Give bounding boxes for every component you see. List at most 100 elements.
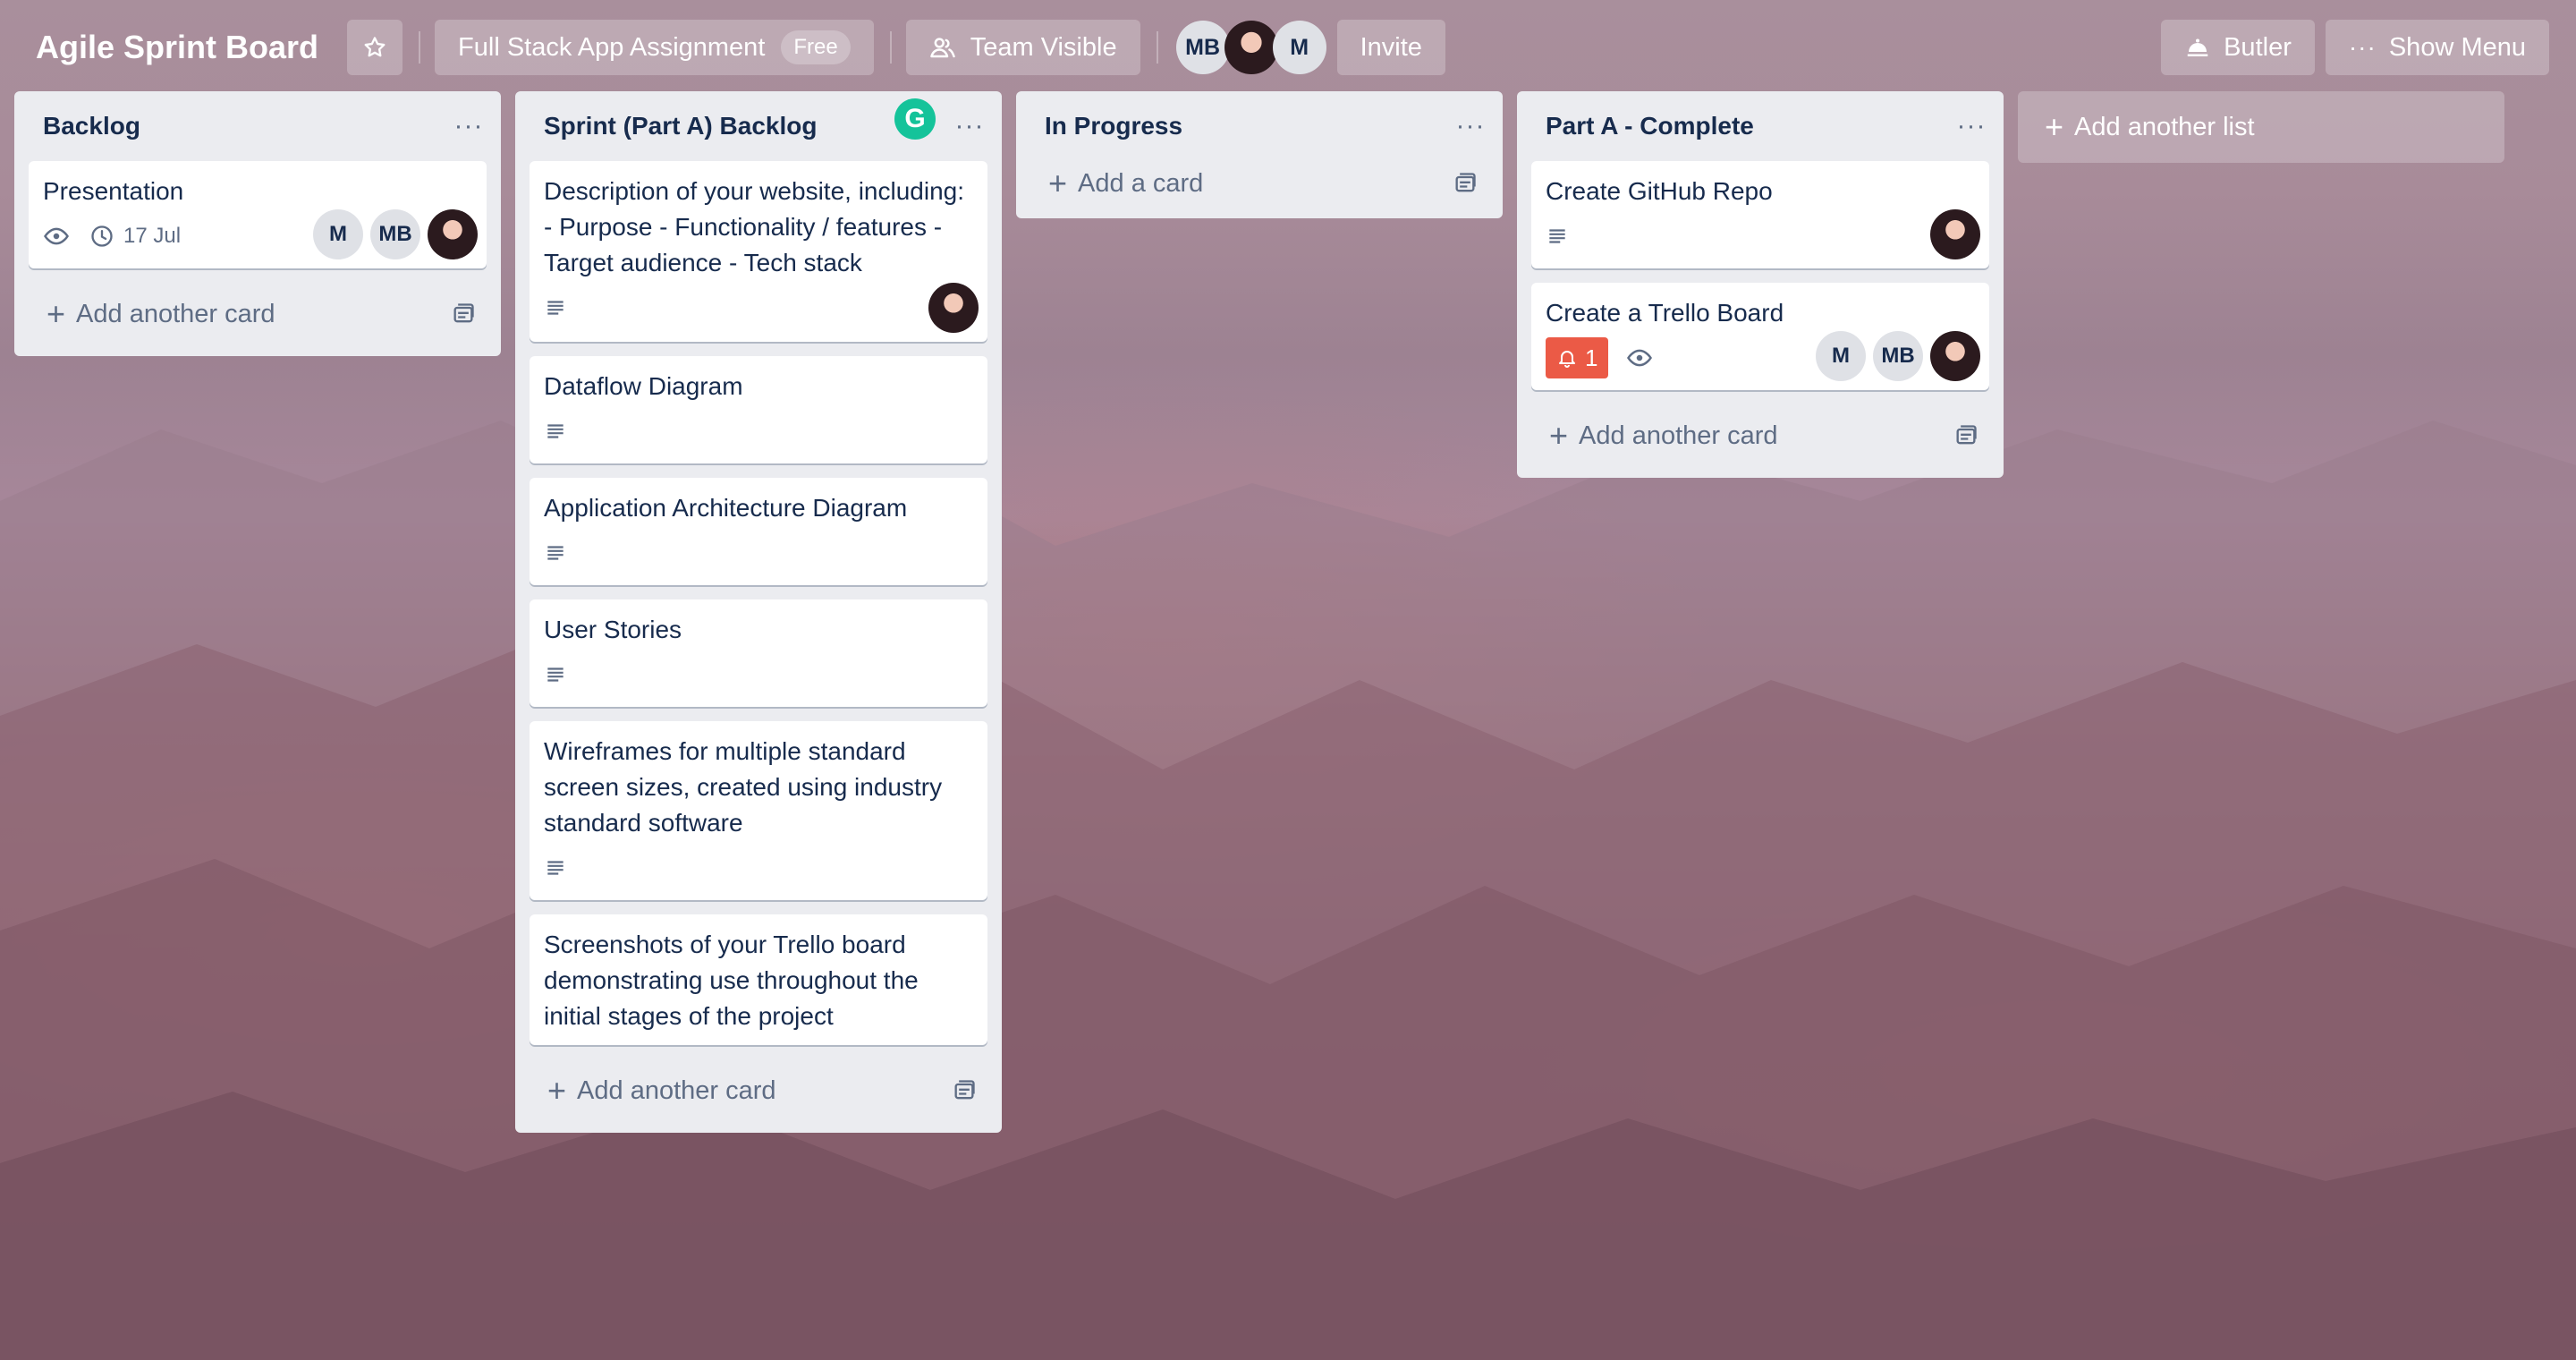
butler-button[interactable]: Butler bbox=[2161, 20, 2315, 75]
show-menu-label: Show Menu bbox=[2388, 32, 2526, 62]
plus-icon: + bbox=[1549, 417, 1569, 454]
card-title: Description of your website, including: … bbox=[544, 177, 965, 276]
clock-icon bbox=[91, 225, 113, 247]
list-in-progress: In Progress ··· + Add a card bbox=[1016, 91, 1503, 218]
list-sprint-backlog: G Sprint (Part A) Backlog ··· Descriptio… bbox=[515, 91, 1002, 1133]
card[interactable]: Create GitHub Repo bbox=[1531, 161, 1989, 268]
description-icon bbox=[544, 296, 567, 319]
card-template-icon[interactable] bbox=[952, 1078, 977, 1103]
card-members: M MB bbox=[306, 209, 478, 259]
watch-eye-icon bbox=[1626, 344, 1653, 371]
card[interactable]: Wireframes for multiple standard screen … bbox=[530, 721, 987, 900]
card-title: Screenshots of your Trello board demonst… bbox=[544, 931, 919, 1030]
list-menu-button[interactable]: ··· bbox=[1953, 111, 1989, 141]
workspace-button[interactable]: Full Stack App Assignment Free bbox=[435, 20, 874, 75]
list-menu-button[interactable]: ··· bbox=[952, 111, 987, 141]
card[interactable]: Screenshots of your Trello board demonst… bbox=[530, 914, 987, 1045]
card-title: Application Architecture Diagram bbox=[544, 494, 908, 522]
plus-icon: + bbox=[1048, 165, 1068, 201]
list-title[interactable]: Backlog bbox=[43, 112, 140, 140]
header-divider bbox=[889, 31, 892, 64]
card[interactable]: Presentation 17 Jul M MB bbox=[29, 161, 487, 268]
card-title: Wireframes for multiple standard screen … bbox=[544, 737, 943, 837]
member-avatar-photo[interactable] bbox=[1224, 21, 1278, 74]
list-backlog: Backlog ··· Presentation 17 Jul M MB + Ad… bbox=[14, 91, 501, 356]
list-part-a-complete: Part A - Complete ··· Create GitHub Repo… bbox=[1517, 91, 2004, 478]
due-date-badge[interactable]: 17 Jul bbox=[89, 224, 181, 249]
team-icon bbox=[929, 38, 955, 58]
add-card-button[interactable]: + Add another card bbox=[530, 1059, 987, 1122]
board-title[interactable]: Agile Sprint Board bbox=[36, 29, 318, 66]
list-header: In Progress ··· bbox=[1030, 91, 1488, 161]
member-avatar-m[interactable]: M bbox=[1272, 21, 1326, 74]
member-avatar-mb[interactable]: MB bbox=[1175, 21, 1230, 74]
member-avatar-mb[interactable]: MB bbox=[370, 209, 420, 259]
card-badges bbox=[544, 286, 973, 329]
card-badges bbox=[544, 653, 973, 696]
card-template-icon[interactable] bbox=[451, 302, 476, 327]
member-avatar-photo[interactable] bbox=[1930, 331, 1980, 381]
card-title: Create a Trello Board bbox=[1546, 299, 1784, 327]
description-icon bbox=[544, 541, 567, 565]
plus-icon: + bbox=[2045, 108, 2064, 145]
card-badges bbox=[544, 531, 973, 574]
add-card-label: Add another card bbox=[1579, 421, 1778, 450]
notification-badge[interactable]: 1 bbox=[1546, 337, 1609, 378]
add-card-button[interactable]: + Add a card bbox=[1030, 152, 1488, 215]
list-menu-button[interactable]: ··· bbox=[451, 111, 487, 141]
member-avatar-m[interactable]: M bbox=[313, 209, 363, 259]
list-title[interactable]: In Progress bbox=[1045, 112, 1182, 140]
add-list-button[interactable]: + Add another list bbox=[2018, 91, 2504, 163]
card-badges bbox=[544, 410, 973, 453]
plus-icon: + bbox=[47, 295, 66, 332]
due-date-text: 17 Jul bbox=[123, 224, 182, 248]
card[interactable]: Description of your website, including: … bbox=[530, 161, 987, 342]
card-members bbox=[921, 283, 979, 333]
board-header: Agile Sprint Board Full Stack App Assign… bbox=[0, 0, 2576, 95]
card[interactable]: Create a Trello Board 1 M MB bbox=[1531, 283, 1989, 390]
star-icon bbox=[364, 37, 386, 57]
free-badge: Free bbox=[781, 30, 851, 64]
butler-label: Butler bbox=[2224, 32, 2292, 62]
list-menu-button[interactable]: ··· bbox=[1453, 111, 1488, 141]
header-divider bbox=[1156, 31, 1158, 64]
description-icon bbox=[544, 663, 567, 686]
workspace-name: Full Stack App Assignment bbox=[458, 32, 766, 62]
description-icon bbox=[544, 856, 567, 880]
card-badges bbox=[544, 846, 973, 889]
member-avatar-photo[interactable] bbox=[1930, 209, 1980, 259]
show-menu-button[interactable]: ··· Show Menu bbox=[2325, 20, 2549, 75]
list-header: Part A - Complete ··· bbox=[1531, 91, 1989, 161]
card[interactable]: Dataflow Diagram bbox=[530, 356, 987, 463]
visibility-label: Team Visible bbox=[970, 32, 1117, 62]
card-members: M MB bbox=[1809, 331, 1980, 381]
add-card-button[interactable]: + Add another card bbox=[1531, 404, 1989, 467]
board-members: MB M bbox=[1175, 21, 1326, 74]
description-icon bbox=[1546, 225, 1569, 248]
card-badges bbox=[1546, 215, 1975, 258]
visibility-button[interactable]: Team Visible bbox=[905, 20, 1140, 75]
add-card-label: Add a card bbox=[1078, 168, 1204, 198]
card-members bbox=[1923, 209, 1980, 259]
description-icon bbox=[544, 420, 567, 443]
list-header: Backlog ··· bbox=[29, 91, 487, 161]
member-avatar-mb[interactable]: MB bbox=[1873, 331, 1923, 381]
member-avatar-photo[interactable] bbox=[428, 209, 478, 259]
card-title: Presentation bbox=[43, 177, 184, 205]
star-button[interactable] bbox=[347, 20, 403, 75]
watch-eye-icon bbox=[43, 223, 70, 250]
member-avatar-photo[interactable] bbox=[928, 283, 979, 333]
member-avatar-m[interactable]: M bbox=[1816, 331, 1866, 381]
card[interactable]: User Stories bbox=[530, 599, 987, 707]
card-template-icon[interactable] bbox=[1453, 171, 1478, 196]
add-card-button[interactable]: + Add another card bbox=[29, 283, 487, 345]
more-icon: ··· bbox=[2348, 33, 2377, 61]
card-template-icon[interactable] bbox=[1953, 423, 1979, 448]
invite-button[interactable]: Invite bbox=[1336, 20, 1445, 75]
card-title: Create GitHub Repo bbox=[1546, 177, 1773, 205]
list-title[interactable]: Part A - Complete bbox=[1546, 112, 1754, 140]
grammarly-icon[interactable]: G bbox=[894, 98, 936, 140]
bell-icon bbox=[1559, 351, 1575, 368]
card[interactable]: Application Architecture Diagram bbox=[530, 478, 987, 585]
list-title[interactable]: Sprint (Part A) Backlog bbox=[544, 112, 817, 140]
